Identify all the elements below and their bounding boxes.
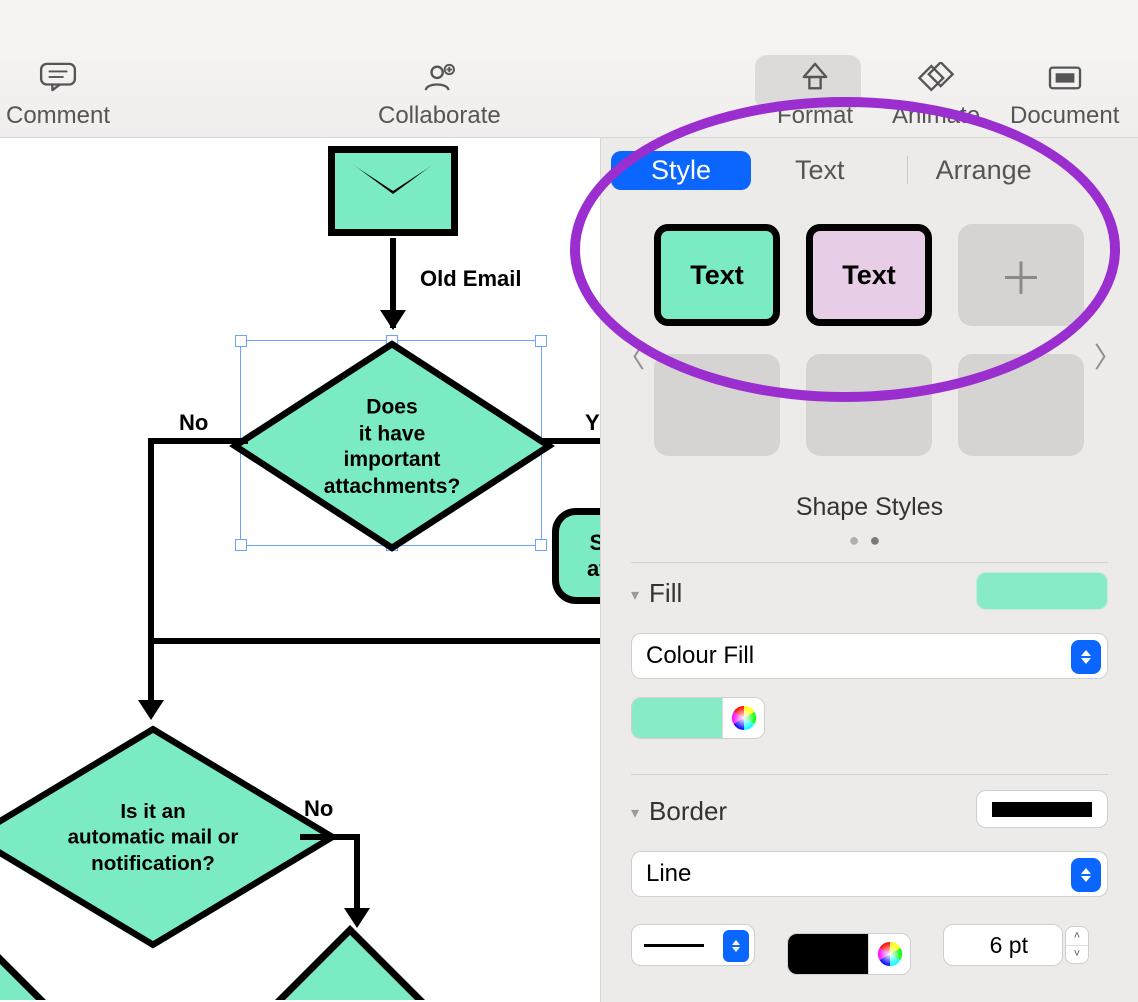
color-wheel-icon bbox=[876, 940, 904, 968]
shape-decision-peek1[interactable] bbox=[0, 939, 77, 1000]
border-label: Border bbox=[649, 796, 727, 827]
border-size-value: 6 pt bbox=[990, 932, 1028, 959]
preset-blank-2[interactable] bbox=[806, 354, 932, 456]
fill-color-control[interactable] bbox=[631, 697, 765, 739]
selection-handle[interactable] bbox=[535, 539, 547, 551]
divider-2 bbox=[631, 774, 1108, 775]
fill-section: ▾ Fill Colour Fill bbox=[631, 578, 1108, 739]
selection-handle[interactable] bbox=[235, 335, 247, 347]
preset-add[interactable]: ＋ bbox=[958, 224, 1084, 326]
comment-button[interactable]: Comment bbox=[6, 62, 110, 130]
fill-color-swatch[interactable] bbox=[632, 698, 722, 738]
tab-text[interactable]: Text bbox=[751, 151, 889, 190]
document-label: Document bbox=[1010, 102, 1119, 130]
arrow-head-icon bbox=[138, 700, 164, 720]
select-caret-icon bbox=[1071, 640, 1101, 674]
border-color-control[interactable] bbox=[787, 933, 911, 975]
comment-label: Comment bbox=[6, 102, 110, 130]
comment-icon bbox=[36, 62, 80, 92]
connector-line[interactable] bbox=[148, 638, 600, 644]
border-section: ▾ Border Line bbox=[631, 796, 1108, 975]
selection-handle[interactable] bbox=[235, 539, 247, 551]
preset-green-label: Text bbox=[690, 260, 744, 291]
chevron-down-icon: ▾ bbox=[631, 585, 639, 605]
format-icon bbox=[793, 62, 837, 92]
border-size-stepper[interactable]: ˄ ˅ bbox=[1065, 926, 1089, 964]
inspector-sidebar: Style Text Arrange Text Text ＋ 〈 〉 Shape… bbox=[600, 138, 1138, 1002]
color-wheel-icon bbox=[730, 704, 758, 732]
decision-automatic-text: Is it an automatic mail or notification? bbox=[61, 745, 245, 929]
border-size-field[interactable]: 6 pt bbox=[943, 924, 1063, 966]
fill-swatch[interactable] bbox=[976, 572, 1108, 610]
shape-decision-automatic[interactable]: Is it an automatic mail or notification? bbox=[0, 726, 339, 949]
border-mode-select[interactable]: Line bbox=[631, 851, 1108, 897]
preset-pink-label: Text bbox=[842, 260, 896, 291]
preset-page-dots[interactable]: ●● bbox=[601, 530, 1138, 551]
plus-icon: ＋ bbox=[999, 243, 1043, 307]
preset-green[interactable]: Text bbox=[654, 224, 780, 326]
fill-label: Fill bbox=[649, 578, 682, 609]
decision1-no-label[interactable]: No bbox=[179, 410, 208, 436]
inspector-tabs: Style Text Arrange bbox=[611, 150, 1042, 190]
format-label: Format bbox=[777, 102, 853, 130]
connector-line[interactable] bbox=[540, 438, 600, 444]
collaborate-icon bbox=[417, 62, 461, 92]
document-button[interactable]: Document bbox=[1010, 62, 1119, 130]
stepper-up-icon[interactable]: ˄ bbox=[1066, 927, 1088, 946]
shape-rounded-rect[interactable]: S at bbox=[552, 508, 600, 604]
connector-line[interactable] bbox=[148, 438, 248, 444]
color-wheel-button[interactable] bbox=[868, 933, 910, 975]
arrow1-label[interactable]: Old Email bbox=[420, 266, 521, 292]
document-icon bbox=[1043, 62, 1087, 92]
tab-arrange[interactable]: Arrange bbox=[926, 151, 1042, 190]
shape-styles-label: Shape Styles bbox=[601, 493, 1138, 522]
fill-mode-select[interactable]: Colour Fill bbox=[631, 633, 1108, 679]
format-button[interactable]: Format bbox=[777, 62, 853, 130]
animate-button[interactable]: Animate bbox=[892, 62, 980, 130]
collaborate-button[interactable]: Collaborate bbox=[378, 62, 501, 130]
preset-blank-1[interactable] bbox=[654, 354, 780, 456]
arrow-head-icon bbox=[344, 908, 370, 928]
connector-line[interactable] bbox=[300, 834, 360, 840]
shape-envelope[interactable] bbox=[328, 146, 458, 236]
select-caret-icon bbox=[723, 930, 749, 962]
animate-label: Animate bbox=[892, 102, 980, 130]
decision2-no-label[interactable]: No bbox=[304, 796, 333, 822]
preset-prev[interactable]: 〈 bbox=[617, 336, 645, 376]
toolbar: Comment Collaborate Format Animate Docum… bbox=[0, 50, 1138, 138]
color-wheel-button[interactable] bbox=[722, 697, 764, 739]
border-mode-value: Line bbox=[646, 860, 691, 888]
divider-1 bbox=[631, 562, 1108, 563]
collaborate-label: Collaborate bbox=[378, 102, 501, 130]
decision1-yes-label[interactable]: Y bbox=[585, 410, 600, 436]
line-style-select[interactable] bbox=[631, 924, 755, 966]
rounded-rect-text: S at bbox=[559, 515, 600, 597]
preset-blank-3[interactable] bbox=[958, 354, 1084, 456]
preset-next[interactable]: 〉 bbox=[1094, 336, 1122, 376]
line-sample-icon bbox=[644, 944, 704, 947]
tab-style[interactable]: Style bbox=[611, 151, 751, 190]
animate-icon bbox=[914, 62, 958, 92]
border-swatch[interactable] bbox=[976, 790, 1108, 828]
chevron-down-icon: ▾ bbox=[631, 803, 639, 823]
stepper-down-icon[interactable]: ˅ bbox=[1066, 946, 1088, 964]
tab-divider bbox=[907, 156, 908, 184]
select-caret-icon bbox=[1071, 858, 1101, 892]
connector-arrow-1[interactable] bbox=[390, 238, 396, 328]
border-color-swatch[interactable] bbox=[788, 934, 868, 974]
connector-line[interactable] bbox=[148, 438, 154, 704]
selection-handle[interactable] bbox=[535, 335, 547, 347]
connector-line[interactable] bbox=[354, 834, 360, 910]
decision-attachments-text: Does it have important attachments? bbox=[308, 362, 476, 530]
slide-canvas[interactable]: Old Email Does it have important attachm… bbox=[0, 138, 600, 1000]
fill-mode-value: Colour Fill bbox=[646, 642, 754, 670]
preset-pink[interactable]: Text bbox=[806, 224, 932, 326]
style-presets: Text Text ＋ bbox=[611, 218, 1127, 456]
shape-decision-peek2[interactable] bbox=[251, 925, 449, 1000]
